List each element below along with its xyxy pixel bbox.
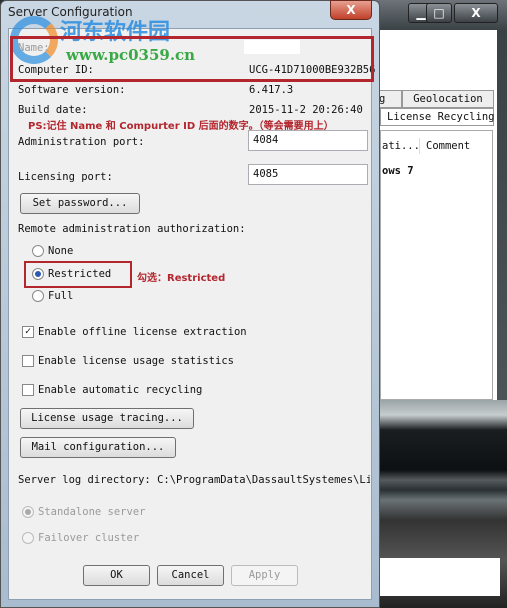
- offline-extraction-label: Enable offline license extraction: [38, 326, 247, 338]
- tab-geolocation[interactable]: Geolocation: [402, 90, 494, 108]
- restricted-note: 勾选：Restricted: [137, 273, 226, 284]
- cancel-button[interactable]: Cancel: [157, 565, 224, 586]
- standalone-label: Standalone server: [38, 506, 146, 518]
- maximize-button[interactable]: □: [426, 3, 452, 23]
- failover-label: Failover cluster: [38, 532, 140, 544]
- radio-standalone[interactable]: [22, 506, 34, 518]
- column-header[interactable]: ati...: [380, 138, 420, 154]
- software-version-value: 6.417.3: [249, 84, 294, 96]
- license-tracing-button[interactable]: License usage tracing...: [20, 408, 194, 429]
- log-directory: Server log directory: C:\ProgramData\Das…: [18, 474, 370, 486]
- automatic-recycling-checkbox[interactable]: [22, 384, 34, 396]
- remote-auth-label: Remote administration authorization:: [18, 223, 246, 235]
- log-dir-label: Server log directory:: [18, 474, 151, 486]
- admin-port-input[interactable]: 4084: [248, 130, 368, 151]
- radio-full-label: Full: [48, 290, 74, 302]
- list-row[interactable]: ows 7: [380, 165, 414, 177]
- software-version-label: Software version:: [18, 84, 126, 96]
- log-dir-value: C:\ProgramData\DassaultSystemes\Licer: [157, 474, 370, 486]
- ok-button[interactable]: OK: [83, 565, 150, 586]
- bg-close-button[interactable]: X: [454, 3, 498, 23]
- build-date-label: Build date:: [18, 104, 88, 116]
- apply-button[interactable]: Apply: [231, 565, 298, 586]
- white-strip: [370, 558, 500, 596]
- column-header-comment[interactable]: Comment: [424, 138, 472, 154]
- mail-configuration-button[interactable]: Mail configuration...: [20, 437, 176, 458]
- licensing-port-input[interactable]: 4085: [248, 164, 368, 185]
- admin-port-label: Administration port:: [18, 136, 145, 148]
- usage-statistics-label: Enable license usage statistics: [38, 355, 234, 367]
- close-button[interactable]: X: [330, 0, 372, 20]
- radio-full[interactable]: [32, 290, 44, 302]
- build-date-value: 2015-11-2 20:26:40: [249, 104, 363, 116]
- radio-none[interactable]: [32, 245, 44, 257]
- offline-extraction-checkbox[interactable]: ✓: [22, 326, 34, 338]
- radio-none-label: None: [48, 245, 74, 257]
- usage-statistics-checkbox[interactable]: [22, 355, 34, 367]
- automatic-recycling-label: Enable automatic recycling: [38, 384, 203, 396]
- set-password-button[interactable]: Set password...: [20, 193, 140, 214]
- highlight-box: [10, 36, 374, 82]
- licensing-port-label: Licensing port:: [18, 171, 113, 183]
- restricted-highlight: [24, 261, 132, 288]
- tab-license-recycling[interactable]: License Recycling: [380, 108, 494, 126]
- radio-failover[interactable]: [22, 532, 34, 544]
